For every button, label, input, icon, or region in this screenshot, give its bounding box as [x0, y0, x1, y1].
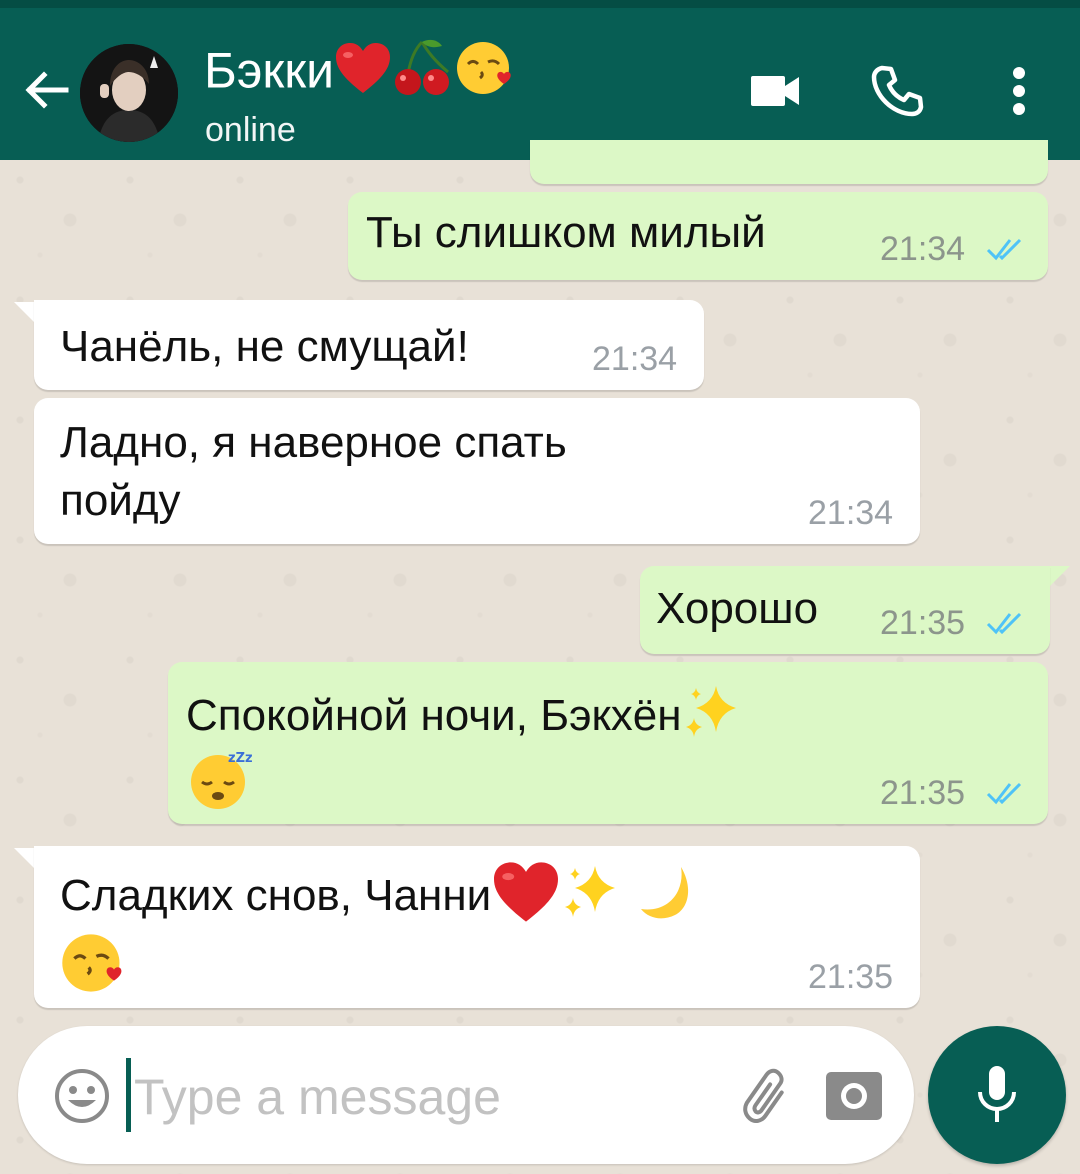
voice-call-button[interactable] [862, 56, 932, 126]
sparkles-icon [682, 682, 746, 755]
message-text: Сладких снов, Чанни [60, 871, 492, 921]
message-text-line: Сладких снов, Чанни [60, 860, 695, 937]
face-blowing-kiss-icon [454, 38, 514, 111]
cherries-icon [392, 38, 454, 111]
red-heart-icon [491, 860, 561, 937]
message-text: Ты слишком милый [366, 208, 766, 257]
message-text-line1: Ладно, я наверное спать [60, 418, 567, 467]
face-blowing-kiss-icon [56, 930, 128, 1001]
crescent-moon-icon [625, 861, 695, 936]
red-heart-icon [334, 41, 392, 108]
message-text: Хорошо [656, 584, 819, 633]
camera-icon [826, 1072, 882, 1120]
message-text-line: Спокойной ночи, Бэкхён [186, 682, 746, 755]
message-bubble-outgoing[interactable]: Спокойной ночи, Бэкхён zZz 21:35 [168, 662, 1048, 824]
svg-text:zZz: zZz [228, 751, 253, 766]
camera-button[interactable] [824, 1066, 884, 1124]
message-time: 21:34 [808, 494, 894, 532]
contact-status: online [205, 111, 296, 149]
sparkles-icon [561, 862, 625, 935]
text-cursor [126, 1058, 131, 1132]
emoji-picker-button[interactable] [52, 1066, 112, 1126]
message-bubble-outgoing[interactable]: Хорошо 21:35 [640, 566, 1050, 654]
message-time: 21:34 [880, 230, 966, 268]
message-time: 21:35 [880, 774, 966, 812]
phone-icon [871, 65, 924, 117]
message-bubble-outgoing[interactable] [530, 140, 1048, 184]
message-bubble-incoming[interactable]: Ладно, я наверное спать пойду 21:34 [34, 398, 920, 544]
message-time: 21:34 [592, 340, 678, 378]
more-options-button[interactable] [984, 56, 1054, 126]
attach-button[interactable] [730, 1064, 794, 1128]
message-composer [18, 1026, 914, 1164]
message-text: Чанёль, не смущай! [60, 322, 469, 371]
contact-name-text: Бэкки [204, 42, 335, 99]
smiley-icon [55, 1069, 109, 1123]
voice-message-button[interactable] [928, 1026, 1066, 1164]
bubble-tail [14, 302, 36, 324]
microphone-icon [978, 1066, 1016, 1122]
contact-name[interactable]: Бэкки [204, 38, 514, 111]
sleeping-face-icon: zZz [184, 746, 254, 817]
message-text-line2: пойду [60, 476, 181, 525]
chat-header: Бэкки online [0, 0, 1080, 160]
message-time: 21:35 [808, 958, 894, 996]
read-receipt-icon [986, 238, 1022, 261]
video-call-button[interactable] [740, 56, 810, 126]
message-time: 21:35 [880, 604, 966, 642]
message-text: Спокойной ночи, Бэкхён [186, 691, 682, 741]
video-camera-icon [751, 76, 799, 106]
paperclip-icon [743, 1068, 784, 1123]
message-bubble-incoming[interactable]: Чанёль, не смущай! 21:34 [34, 300, 704, 390]
read-receipt-icon [986, 782, 1022, 805]
bubble-tail [1048, 566, 1070, 588]
kebab-menu-icon [1013, 67, 1025, 115]
message-bubble-incoming[interactable]: Сладких снов, Чанни 21:35 [34, 846, 920, 1008]
bubble-tail [14, 848, 36, 870]
contact-avatar[interactable] [80, 44, 178, 142]
read-receipt-icon [986, 612, 1022, 635]
message-input[interactable] [134, 1062, 714, 1132]
message-bubble-outgoing[interactable]: Ты слишком милый 21:34 [348, 192, 1048, 280]
back-arrow-icon[interactable] [20, 64, 72, 116]
